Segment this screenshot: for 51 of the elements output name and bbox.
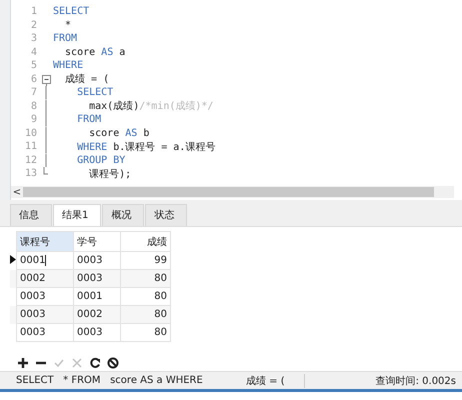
result-tab[interactable]: 概况 (102, 204, 144, 226)
code-line: WHERE b.课程号 = a.课程号 (76, 140, 216, 154)
code-line: * (64, 20, 72, 31)
table-cell[interactable]: 0003 (16, 306, 74, 324)
fold-toggle-icon[interactable] (42, 72, 50, 86)
code-line: max(成绩)/*min(成绩)*/ (88, 100, 214, 114)
code-line: SELECT (76, 87, 114, 98)
line-number: 9 (30, 114, 38, 126)
status-query: SELECT * FROM score AS a WHERE (15, 375, 204, 386)
line-number: 7 (30, 87, 38, 98)
line-number: 4 (30, 46, 38, 58)
column-header[interactable]: 课程号 (16, 232, 74, 252)
table-cell[interactable]: 80 (120, 324, 170, 342)
code-line: score AS b (88, 128, 150, 139)
table-cell[interactable]: 0002 (16, 270, 74, 288)
line-number: 13 (24, 168, 38, 180)
table-cell[interactable]: 0002 (74, 306, 120, 324)
code-line: WHERE (53, 60, 84, 72)
table-cell[interactable]: 0003 (16, 324, 74, 342)
table-cell[interactable]: 0003 (74, 324, 120, 342)
code-line: GROUP BY (76, 154, 126, 166)
table-cell[interactable]: 80 (120, 306, 170, 324)
line-number: 3 (30, 33, 38, 44)
result-tab[interactable]: 信息 (10, 204, 52, 226)
line-number: 12 (24, 154, 38, 166)
scroll-left-button[interactable]: < (11, 186, 23, 198)
table-cell[interactable]: 80 (120, 270, 170, 288)
line-number: 6 (30, 74, 38, 85)
line-number: 8 (30, 100, 38, 112)
code-line: SELECT (53, 6, 90, 18)
add-icon[interactable] (16, 356, 30, 370)
status-fragment: 成绩 = ( (246, 374, 305, 388)
code-line: 课程号); (88, 168, 132, 181)
result-tab[interactable]: 结果1 (53, 204, 102, 226)
line-number: 11 (24, 141, 38, 152)
line-number: 2 (30, 20, 38, 31)
code-line: FROM (53, 33, 78, 44)
column-header[interactable]: 学号 (74, 232, 120, 252)
query-time: 查询时间: 0.002s (376, 374, 457, 388)
table-cell[interactable]: 0003 (74, 270, 120, 288)
code-line: FROM (76, 114, 102, 126)
stop-icon[interactable] (106, 356, 120, 370)
code-line: score AS a (64, 46, 126, 58)
line-number: 1 (30, 6, 38, 18)
code-line: 成绩 = ( (64, 72, 110, 86)
line-number: 5 (30, 60, 38, 72)
line-number: 10 (24, 128, 38, 139)
column-header[interactable]: 成绩 (120, 232, 170, 252)
result-tab[interactable]: 状态 (145, 204, 188, 226)
refresh-icon[interactable] (88, 356, 102, 370)
horizontal-scrollbar[interactable]: < (11, 186, 454, 198)
